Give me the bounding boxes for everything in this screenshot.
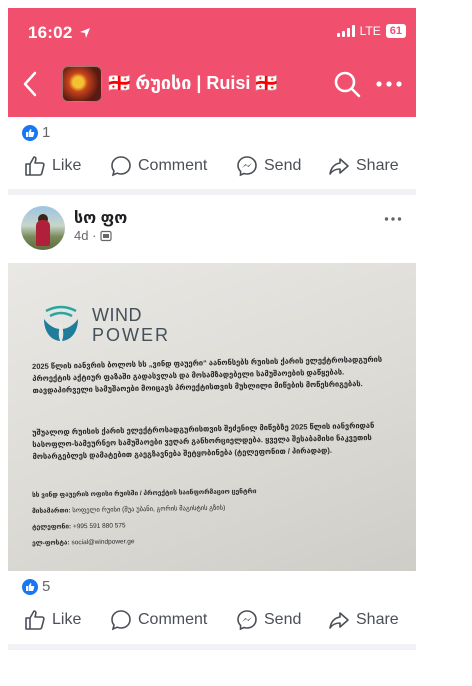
post-divider [8, 644, 416, 650]
comment-button[interactable]: Comment [110, 609, 207, 631]
clock-text: 16:02 [28, 23, 73, 42]
share-arrow-icon [329, 158, 349, 175]
comment-label: Comment [138, 611, 208, 628]
like-label: Like [52, 157, 82, 174]
like-button[interactable]: Like [24, 609, 81, 631]
group-title[interactable]: 🇬🇪 რუისი | Ruisi 🇬🇪 [108, 73, 278, 94]
thumbs-up-icon [25, 156, 45, 176]
chevron-left-icon [23, 71, 37, 97]
send-button[interactable]: Send [236, 155, 301, 177]
top-bar: 16:02 LTE 61 🇬🇪 რუისი | Ruisi 🇬🇪 [8, 8, 416, 117]
post-meta: 4d · [74, 228, 113, 243]
messenger-icon [237, 156, 257, 177]
post-time: 4d · [74, 228, 97, 243]
facebook-group-screen: 16:02 LTE 61 🇬🇪 რუისი | Ruisi 🇬🇪 1 Like … [8, 8, 416, 672]
battery-level: 61 [389, 25, 402, 37]
phone-value: +995 591 880 575 [72, 522, 126, 531]
share-label: Share [356, 157, 399, 174]
post2-reactions[interactable]: 5 [22, 578, 50, 595]
email-label: ელ-ფოსტა: [32, 539, 70, 547]
status-indicators: LTE 61 [336, 24, 406, 38]
notice-paragraph-2: უშუალოდ რუისის ქარის ელექტროსადგურისთვის… [32, 420, 375, 461]
network-label: LTE [359, 24, 381, 38]
comment-label: Comment [138, 157, 208, 174]
reaction-count: 5 [42, 578, 51, 595]
post2-action-bar: Like Comment Send Share [8, 600, 416, 640]
location-arrow-icon [80, 28, 91, 38]
comment-button[interactable]: Comment [110, 155, 207, 177]
share-label: Share [356, 611, 399, 628]
status-time: 16:02 [28, 23, 91, 43]
comment-bubble-icon [111, 156, 131, 177]
email-value: social@windpower.ge [71, 538, 135, 547]
messenger-icon [237, 610, 257, 631]
back-button[interactable] [22, 70, 38, 104]
like-label: Like [52, 611, 82, 628]
post-more-button[interactable] [384, 206, 402, 227]
like-reaction-icon [22, 578, 38, 595]
post-divider [8, 189, 416, 195]
brand-name-line1: WIND [92, 305, 142, 325]
share-button[interactable]: Share [328, 155, 399, 177]
author-avatar[interactable] [21, 206, 65, 250]
share-button[interactable]: Share [328, 609, 399, 631]
brand-name-line2: POWER [92, 325, 171, 345]
more-dots-icon [384, 217, 402, 221]
post1-action-bar: Like Comment Send Share [8, 146, 416, 186]
wind-power-logo-icon [44, 305, 78, 343]
group-nav-bar: 🇬🇪 რუისი | Ruisi 🇬🇪 [8, 60, 416, 110]
contact-phone: ტელეფონი: +995 591 880 575 [32, 521, 126, 531]
like-reaction-icon [22, 124, 38, 141]
share-arrow-icon [329, 612, 349, 629]
more-options-button[interactable] [376, 68, 402, 94]
address-label: მისამართი: [32, 507, 71, 515]
reaction-count: 1 [42, 124, 51, 141]
group-audience-icon [100, 230, 113, 241]
like-button[interactable]: Like [24, 155, 81, 177]
signal-icon [336, 25, 355, 37]
thumbs-up-icon [25, 610, 45, 630]
author-name[interactable]: სო ფო [74, 208, 127, 228]
notice-paragraph-1: 2025 წლის იანვრის ბოლოს სს „ვინდ ფაუერი“… [32, 354, 383, 395]
battery-icon: 61 [385, 24, 406, 38]
send-button[interactable]: Send [236, 609, 301, 631]
comment-bubble-icon [111, 610, 131, 631]
post1-reactions[interactable]: 1 [22, 124, 50, 141]
phone-label: ტელეფონი: [32, 523, 72, 531]
post-photo[interactable]: WIND POWER 2025 წლის იანვრის ბოლოს სს „ვ… [8, 263, 416, 571]
search-button[interactable] [332, 69, 362, 99]
send-label: Send [264, 157, 302, 174]
post2-header: სო ფო 4d · [8, 206, 416, 266]
more-dots-icon [376, 81, 402, 87]
send-label: Send [264, 611, 302, 628]
group-thumbnail[interactable] [62, 66, 102, 102]
status-bar: 16:02 LTE 61 [8, 8, 416, 52]
search-icon [334, 71, 361, 98]
